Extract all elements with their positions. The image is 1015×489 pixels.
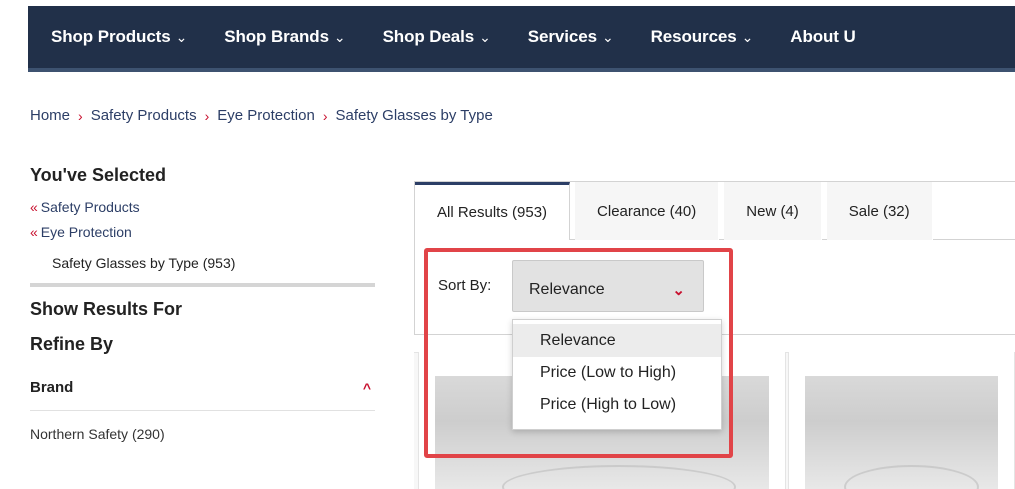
divider	[30, 283, 375, 287]
tab-sale[interactable]: Sale (32)	[826, 182, 933, 240]
chevron-down-icon: ⌄	[175, 28, 188, 45]
nav-label: Shop Deals	[382, 27, 475, 46]
selected-link-eye-protection[interactable]: «Eye Protection	[30, 224, 375, 240]
remove-filter-icon: «	[30, 224, 38, 240]
sort-by-label: Sort By:	[438, 277, 492, 294]
tab-new[interactable]: New (4)	[724, 182, 822, 240]
product-image	[805, 376, 998, 489]
sort-selected-value: Relevance	[529, 281, 605, 298]
breadcrumb-eye-protection[interactable]: Eye Protection	[217, 107, 315, 124]
chevron-down-icon: ⌄	[479, 28, 491, 45]
filter-sidebar: You've Selected «Safety Products «Eye Pr…	[30, 165, 375, 442]
nav-shop-products[interactable]: Shop Products ⌄	[51, 27, 187, 47]
nav-shop-brands[interactable]: Shop Brands ⌄	[224, 27, 345, 47]
breadcrumb-safety-products[interactable]: Safety Products	[91, 107, 197, 124]
nav-resources[interactable]: Resources ⌄	[651, 27, 754, 47]
sort-select[interactable]: Relevance ⌄	[512, 260, 704, 312]
breadcrumb-current: Safety Glasses by Type	[335, 107, 493, 124]
chevron-right-icon: ›	[78, 107, 83, 124]
selected-link-label: Safety Products	[40, 199, 140, 215]
nav-label: Shop Products	[51, 27, 171, 46]
selected-link-label: Eye Protection	[40, 224, 132, 240]
chevron-down-icon: ⌄	[741, 28, 754, 45]
chevron-down-icon: ⌄	[333, 28, 346, 45]
sort-option-relevance[interactable]: Relevance	[513, 324, 721, 357]
top-navigation: Shop Products ⌄ Shop Brands ⌄ Shop Deals…	[28, 6, 1015, 72]
nav-label: Shop Brands	[224, 27, 329, 46]
nav-about-us[interactable]: About U	[790, 27, 856, 47]
sort-option-price-low-high[interactable]: Price (Low to High)	[513, 357, 721, 389]
chevron-right-icon: ›	[322, 107, 328, 124]
brand-filter-toggle[interactable]: Brand ^	[30, 379, 375, 396]
selected-title: You've Selected	[30, 165, 167, 185]
remove-filter-icon: «	[30, 199, 38, 215]
nav-label: Services	[527, 27, 597, 46]
product-card[interactable]	[788, 352, 1015, 489]
sort-option-price-high-low[interactable]: Price (High to Low)	[513, 389, 721, 421]
chevron-up-icon: ^	[362, 379, 371, 396]
sort-dropdown-menu: Relevance Price (Low to High) Price (Hig…	[512, 319, 722, 430]
nav-label: Resources	[650, 27, 737, 46]
results-tabs: All Results (953) Clearance (40) New (4)…	[415, 182, 938, 240]
breadcrumb: Home › Safety Products › Eye Protection …	[30, 107, 493, 124]
selected-current-category: Safety Glasses by Type (953)	[52, 255, 236, 271]
chevron-down-icon: ⌄	[672, 282, 685, 299]
divider	[30, 410, 375, 411]
tab-all-results[interactable]: All Results (953)	[415, 182, 571, 240]
chevron-right-icon: ›	[204, 107, 210, 124]
nav-services[interactable]: Services ⌄	[528, 27, 614, 47]
nav-label: About U	[790, 27, 856, 46]
tab-clearance[interactable]: Clearance (40)	[575, 182, 720, 240]
results-panel: All Results (953) Clearance (40) New (4)…	[414, 181, 1015, 335]
selected-link-safety-products[interactable]: «Safety Products	[30, 199, 375, 215]
breadcrumb-home[interactable]: Home	[30, 107, 70, 124]
refine-by-heading: Refine By	[30, 334, 114, 354]
brand-label: Brand	[30, 379, 74, 396]
show-results-heading: Show Results For	[30, 299, 183, 319]
nav-shop-deals[interactable]: Shop Deals ⌄	[383, 27, 491, 47]
chevron-down-icon: ⌄	[601, 28, 614, 45]
brand-option[interactable]: Northern Safety (290)	[30, 426, 375, 442]
